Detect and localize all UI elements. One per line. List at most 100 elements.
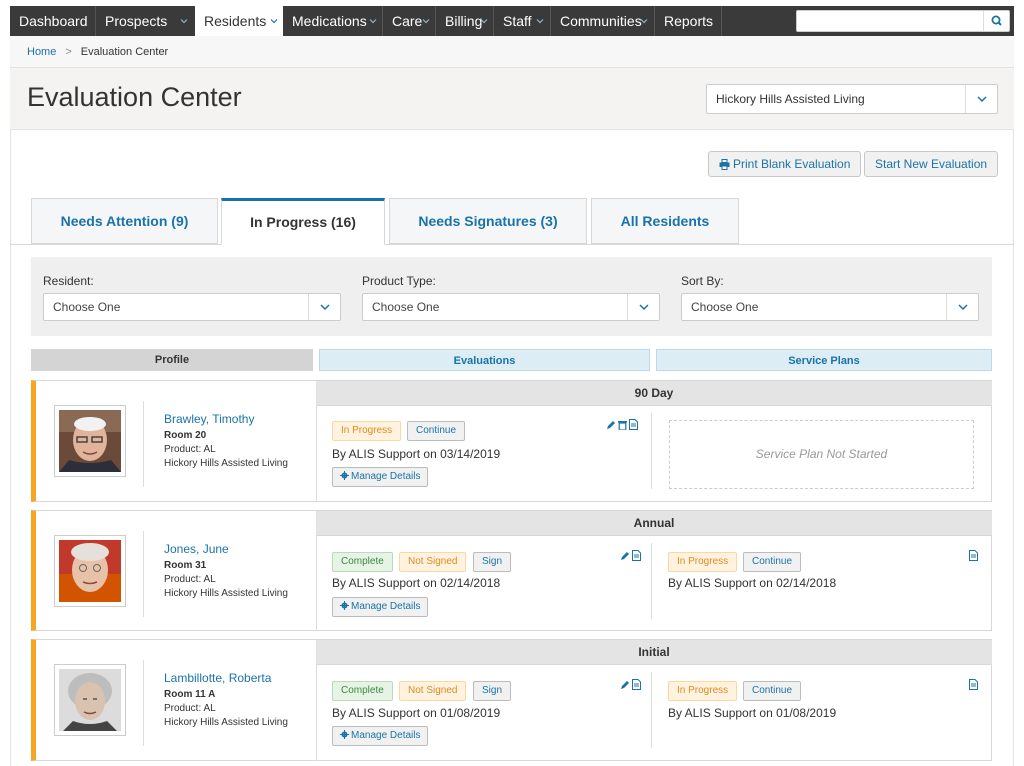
nav-billing[interactable]: Billing xyxy=(436,6,493,36)
edit-pencil-icon[interactable] xyxy=(620,677,630,695)
chevron-down-icon xyxy=(977,96,987,103)
chevron-down-icon xyxy=(640,17,648,25)
evaluation-type-header: 90 Day xyxy=(316,381,992,406)
manage-details-button[interactable]: Manage Details xyxy=(332,726,429,746)
nav-reports[interactable]: Reports xyxy=(655,6,721,36)
nav-prospects[interactable]: Prospects xyxy=(96,6,195,36)
tab-baseline xyxy=(10,244,1014,245)
chevron-down-icon xyxy=(536,17,544,25)
resident-filter-label: Resident: xyxy=(43,274,94,288)
document-icon[interactable] xyxy=(632,548,641,566)
gear-icon xyxy=(340,471,349,480)
sign-button[interactable]: Sign xyxy=(473,552,512,572)
evaluation-byline: By ALIS Support on 01/08/2019 xyxy=(332,706,501,720)
status-badge-complete: Complete xyxy=(332,681,393,701)
resident-product: Product: AL xyxy=(164,444,216,455)
nav-care[interactable]: Care xyxy=(383,6,435,36)
profile-column-header: Profile xyxy=(31,349,313,371)
document-icon[interactable] xyxy=(629,417,638,435)
breadcrumb: Home > Evaluation Center xyxy=(10,36,1014,68)
resident-photo[interactable] xyxy=(54,664,126,736)
service-plan-continue-button[interactable]: Continue xyxy=(743,552,802,572)
resident-community: Hickory Hills Assisted Living xyxy=(164,588,288,599)
nav-residents[interactable]: Residents xyxy=(195,6,283,36)
evaluation-action-icons xyxy=(620,548,643,561)
product-type-filter-toggle[interactable] xyxy=(627,294,659,320)
service-plan-document-icon[interactable] xyxy=(969,677,978,690)
sort-by-toggle[interactable] xyxy=(946,294,978,320)
product-type-filter-label: Product Type: xyxy=(362,274,436,288)
nav-dashboard[interactable]: Dashboard xyxy=(10,6,95,36)
resident-room: Room 31 xyxy=(164,560,207,571)
tab-needs-signatures[interactable]: Needs Signatures (3) xyxy=(389,198,587,244)
service-plan-document-icon[interactable] xyxy=(969,548,978,561)
continue-button[interactable]: Continue xyxy=(407,421,466,441)
document-icon[interactable] xyxy=(632,677,641,695)
community-select-value: Hickory Hills Assisted Living xyxy=(716,92,865,106)
status-badge-not-signed: Not Signed xyxy=(399,681,467,701)
trash-icon[interactable] xyxy=(618,417,627,435)
sort-by-select[interactable]: Choose One xyxy=(681,293,979,321)
community-select-toggle[interactable] xyxy=(965,85,997,113)
gear-icon xyxy=(340,730,349,739)
product-type-filter-select[interactable]: Choose One xyxy=(362,293,660,321)
resident-filter-toggle[interactable] xyxy=(308,294,340,320)
tab-needs-attention[interactable]: Needs Attention (9) xyxy=(31,198,218,244)
nav-communities[interactable]: Communities xyxy=(551,6,654,36)
service-plan-status-badge: In Progress xyxy=(668,552,738,572)
tab-in-progress[interactable]: In Progress (16) xyxy=(221,198,385,245)
resident-community: Hickory Hills Assisted Living xyxy=(164,717,288,728)
evaluation-byline: By ALIS Support on 02/14/2018 xyxy=(332,576,501,590)
resident-name-link[interactable]: Lambillotte, Roberta xyxy=(164,671,271,685)
breadcrumb-home-link[interactable]: Home xyxy=(27,46,56,58)
sign-button[interactable]: Sign xyxy=(473,681,512,701)
filter-panel: Resident: Choose One Product Type: Choos… xyxy=(31,257,992,336)
resident-name-link[interactable]: Jones, June xyxy=(164,542,229,556)
service-plan-not-started: Service Plan Not Started xyxy=(669,420,974,489)
resident-card: Lambillotte, Roberta Room 11 A Product: … xyxy=(31,639,992,761)
evaluations-column-header[interactable]: Evaluations xyxy=(319,349,650,371)
gear-icon xyxy=(340,601,349,610)
service-plan-byline: By ALIS Support on 02/14/2018 xyxy=(668,576,837,590)
resident-card: Jones, June Room 31 Product: AL Hickory … xyxy=(31,510,992,631)
resident-name-link[interactable]: Brawley, Timothy xyxy=(164,412,254,426)
evaluation-type-header: Annual xyxy=(316,511,992,536)
nav-staff[interactable]: Staff xyxy=(494,6,550,36)
service-plan-byline: By ALIS Support on 01/08/2019 xyxy=(668,706,837,720)
search-icon xyxy=(991,15,1002,26)
service-plan-status-badge: In Progress xyxy=(668,681,738,701)
service-plans-column-header[interactable]: Service Plans xyxy=(656,349,992,371)
resident-avatar xyxy=(59,410,121,472)
search-input[interactable] xyxy=(797,11,983,31)
resident-avatar xyxy=(59,669,121,731)
print-blank-evaluation-button[interactable]: Print Blank Evaluation xyxy=(708,151,862,177)
evaluation-action-icons xyxy=(606,417,640,431)
status-badge-not-signed: Not Signed xyxy=(399,552,467,572)
edit-pencil-icon[interactable] xyxy=(620,548,630,566)
community-select[interactable]: Hickory Hills Assisted Living xyxy=(706,84,998,114)
resident-filter-select[interactable]: Choose One xyxy=(43,293,341,321)
resident-photo[interactable] xyxy=(54,405,126,477)
resident-photo[interactable] xyxy=(54,535,126,607)
status-badge-complete: Complete xyxy=(332,552,393,572)
sort-by-label: Sort By: xyxy=(681,274,724,288)
search-button[interactable] xyxy=(983,11,1009,31)
chevron-down-icon xyxy=(270,17,278,25)
edit-pencil-icon[interactable] xyxy=(606,417,616,435)
resident-room: Room 11 A xyxy=(164,689,216,700)
resident-card: Brawley, Timothy Room 20 Product: AL Hic… xyxy=(31,380,992,502)
tab-all-residents[interactable]: All Residents xyxy=(591,198,739,244)
start-new-evaluation-button[interactable]: Start New Evaluation xyxy=(864,151,999,177)
evaluation-action-icons xyxy=(620,677,643,690)
search-box xyxy=(796,10,1010,32)
page-title: Evaluation Center xyxy=(27,82,242,112)
manage-details-button[interactable]: Manage Details xyxy=(332,597,429,617)
chevron-down-icon xyxy=(958,304,968,311)
breadcrumb-current: Evaluation Center xyxy=(80,46,169,58)
nav-medications[interactable]: Medications xyxy=(283,6,382,36)
page-header: Evaluation Center Hickory Hills Assisted… xyxy=(10,68,1014,130)
resident-avatar xyxy=(59,540,121,602)
evaluation-center-page: Dashboard Prospects Residents Medication… xyxy=(0,0,1024,766)
service-plan-continue-button[interactable]: Continue xyxy=(743,681,802,701)
manage-details-button[interactable]: Manage Details xyxy=(332,467,429,487)
